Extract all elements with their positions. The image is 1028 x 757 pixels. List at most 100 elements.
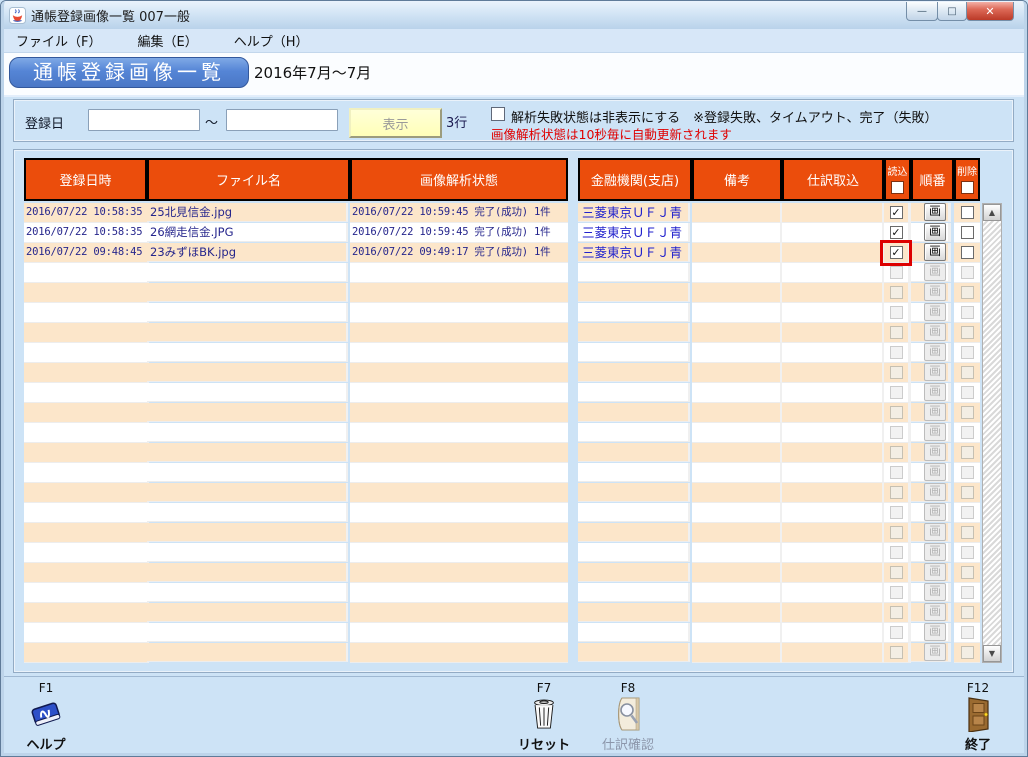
delete-checkbox[interactable] — [961, 206, 974, 219]
delete-checkbox[interactable] — [961, 246, 974, 259]
load-checkbox[interactable]: ✓ — [890, 226, 903, 239]
cell-load — [884, 403, 911, 423]
cell-journal-import — [782, 563, 884, 583]
cell-analysis-status — [350, 463, 568, 483]
cell-registered-at — [24, 403, 149, 423]
table-body: 2016/07/22 10:58:3525北見信金.jpg2016/07/22 … — [24, 203, 980, 663]
menu-file[interactable]: ファイル（F） — [4, 28, 113, 53]
image-order-button[interactable]: 画 — [924, 223, 946, 241]
table-row-empty: 画 — [24, 463, 980, 483]
cell-registered-at — [24, 603, 149, 623]
select-all-delete-checkbox[interactable] — [961, 181, 974, 194]
row-count-label: 3行 — [446, 112, 467, 131]
table-row-empty: 画 — [24, 323, 980, 343]
scroll-up-icon[interactable]: ▲ — [983, 204, 1001, 221]
select-all-load-checkbox[interactable] — [891, 181, 904, 194]
cell-delete — [954, 323, 980, 343]
cell-delete — [954, 583, 980, 603]
image-order-button[interactable]: 画 — [924, 243, 946, 261]
cell-order: 画 — [911, 443, 951, 462]
image-order-button: 画 — [924, 603, 946, 621]
vertical-scrollbar[interactable]: ▲ ▼ — [982, 203, 1002, 663]
cell-registered-at — [24, 623, 149, 643]
cell-load — [884, 323, 911, 343]
cell-memo — [692, 503, 782, 523]
filter-panel: 登録日 ～ 表示 3行 解析失敗状態は非表示にする ※登録失敗、タイムアウト、完… — [13, 99, 1014, 142]
table-row: 2016/07/22 10:58:3526網走信金.JPG2016/07/22 … — [24, 223, 980, 243]
cell-load — [884, 643, 911, 663]
column-header-analysis-status: 画像解析状態 — [350, 158, 568, 201]
image-order-button[interactable]: 画 — [924, 203, 946, 221]
cell-filename — [147, 603, 348, 622]
load-checkbox — [890, 586, 903, 599]
cell-journal-import — [782, 623, 884, 643]
load-checkbox — [890, 386, 903, 399]
load-checkbox — [890, 466, 903, 479]
cell-memo — [692, 603, 782, 623]
hide-failed-checkbox[interactable] — [491, 107, 505, 121]
delete-checkbox[interactable] — [961, 226, 974, 239]
cell-filename — [147, 463, 348, 482]
toolbar: F1 ヘルプ F7 リセット F8 — [4, 676, 1024, 751]
cell-journal-import — [782, 503, 884, 523]
cell-memo — [692, 643, 782, 663]
table-row-empty: 画 — [24, 543, 980, 563]
cell-memo — [692, 563, 782, 583]
cell-bank — [578, 443, 690, 462]
cell-load — [884, 443, 911, 463]
cell-load — [884, 423, 911, 443]
cell-journal-import — [782, 223, 884, 243]
cell-load — [884, 463, 911, 483]
show-button[interactable]: 表示 — [349, 108, 442, 138]
cell-registered-at — [24, 643, 149, 663]
load-checkbox — [890, 566, 903, 579]
cell-journal-import — [782, 543, 884, 563]
cell-bank — [578, 383, 690, 402]
cell-registered-at — [24, 383, 149, 403]
journal-check-button[interactable]: F8 仕訳確認 — [592, 681, 664, 753]
load-checkbox — [890, 286, 903, 299]
cell-analysis-status — [350, 563, 568, 583]
date-to-input[interactable] — [226, 109, 338, 131]
load-checkbox — [890, 546, 903, 559]
cell-order: 画 — [911, 403, 951, 422]
scroll-down-icon[interactable]: ▼ — [983, 645, 1001, 662]
cell-bank — [578, 503, 690, 522]
cell-analysis-status — [350, 583, 568, 603]
cell-filename — [147, 583, 348, 602]
table-row: 2016/07/22 09:48:4523みずほBK.jpg2016/07/22… — [24, 243, 980, 263]
cell-registered-at — [24, 503, 149, 523]
cell-analysis-status: 2016/07/22 09:49:17 完了(成功) 1件 — [350, 243, 568, 263]
maximize-button[interactable]: □ — [937, 2, 967, 21]
cell-delete — [954, 423, 980, 443]
minimize-button[interactable]: — — [906, 2, 938, 21]
cell-bank — [578, 643, 690, 662]
cell-analysis-status — [350, 623, 568, 643]
java-app-icon — [9, 7, 26, 24]
exit-button[interactable]: F12 終了 — [942, 681, 1014, 753]
cell-delete — [954, 383, 980, 403]
cell-memo — [692, 323, 782, 343]
menu-edit[interactable]: 編集（E） — [125, 28, 209, 53]
column-header-filename: ファイル名 — [147, 158, 350, 201]
cell-order: 画 — [911, 563, 951, 582]
cell-order: 画 — [911, 503, 951, 522]
cell-memo — [692, 203, 782, 223]
menu-help[interactable]: ヘルプ（H） — [222, 28, 321, 53]
delete-checkbox — [961, 306, 974, 319]
image-order-button: 画 — [924, 263, 946, 281]
image-order-button: 画 — [924, 563, 946, 581]
cell-filename — [147, 403, 348, 422]
cell-order: 画 — [911, 603, 951, 622]
date-from-input[interactable] — [88, 109, 200, 131]
cell-journal-import — [782, 243, 884, 263]
table-row-empty: 画 — [24, 623, 980, 643]
cell-bank — [578, 303, 690, 322]
cell-delete — [954, 403, 980, 423]
load-checkbox[interactable]: ✓ — [890, 206, 903, 219]
reset-button[interactable]: F7 リセット — [508, 681, 580, 753]
help-button[interactable]: F1 ヘルプ — [10, 681, 82, 753]
close-button[interactable]: ✕ — [966, 2, 1014, 21]
cell-load — [884, 523, 911, 543]
auto-update-note: 画像解析状態は10秒毎に自動更新されます — [491, 124, 732, 143]
